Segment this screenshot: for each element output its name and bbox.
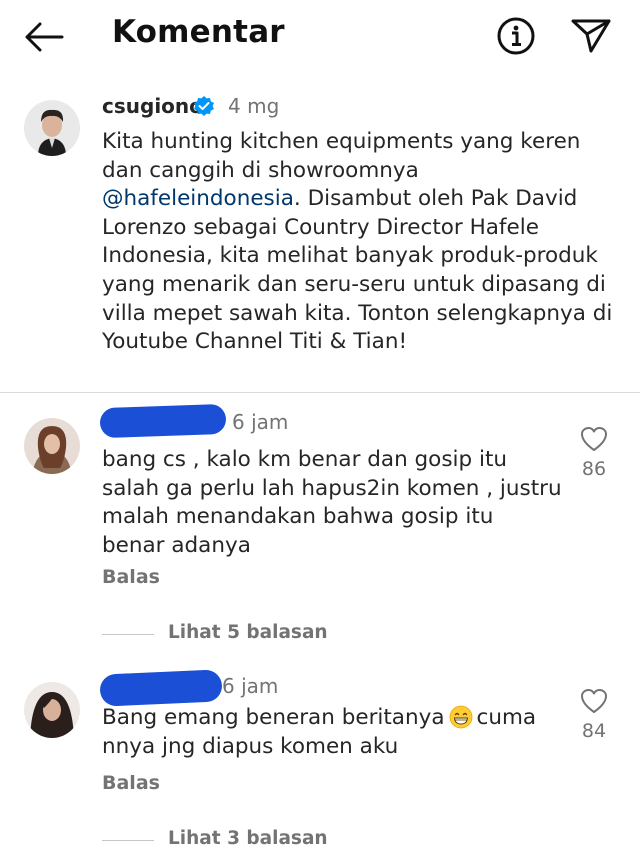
view-replies-label: Lihat 5 balasan (168, 622, 328, 643)
back-button[interactable] (22, 20, 66, 54)
info-circle-icon (497, 17, 535, 55)
post-author-username[interactable]: csugiono (102, 94, 203, 118)
mention-link[interactable]: @hafeleindonesia (102, 186, 294, 211)
header: Komentar (0, 0, 640, 72)
like-button[interactable] (580, 688, 608, 714)
info-button[interactable] (496, 16, 536, 56)
comment-text: bang cs , kalo km benar dan gosip itu sa… (102, 447, 562, 558)
replies-line (102, 634, 154, 635)
post-timestamp: 4 mg (228, 94, 280, 118)
reply-button[interactable]: Balas (102, 566, 160, 588)
heart-icon (581, 689, 607, 713)
like-button[interactable] (580, 426, 608, 452)
view-replies-button[interactable]: Lihat 3 balasan (102, 828, 402, 853)
comment-timestamp: 6 jam (222, 674, 279, 698)
comment-avatar[interactable] (24, 682, 80, 738)
page-title: Komentar (112, 14, 285, 50)
comment-text-start: Bang emang beneran beritanya (102, 705, 445, 730)
redacted-username (99, 669, 223, 707)
view-replies-label: Lihat 3 balasan (168, 828, 328, 849)
heart-icon (581, 427, 607, 451)
caption-text-start: Kita hunting kitchen equipments yang ker… (102, 129, 581, 183)
arrow-left-icon (25, 22, 64, 52)
verified-badge-icon (194, 96, 214, 116)
post-caption: Kita hunting kitchen equipments yang ker… (102, 128, 622, 357)
post-author-avatar[interactable] (24, 100, 80, 156)
caption-text-end: . Disambut oleh Pak David Lorenzo sebaga… (102, 186, 613, 355)
replies-line (102, 840, 154, 841)
send-button[interactable] (570, 17, 612, 55)
reply-button[interactable]: Balas (102, 772, 160, 794)
comments-screen: Komentar csugiono 4 mg Kita hunting kitc… (0, 0, 640, 853)
paper-plane-icon (571, 19, 611, 53)
divider (0, 392, 640, 393)
comment-text: Bang emang beneran beritanya cuma nnya j… (102, 704, 562, 761)
grinning-face-emoji-icon (449, 705, 472, 729)
like-count: 84 (581, 720, 607, 742)
comment-timestamp: 6 jam (232, 410, 289, 434)
redacted-username (99, 403, 227, 439)
view-replies-button[interactable]: Lihat 5 balasan (102, 622, 402, 648)
comment-avatar[interactable] (24, 418, 80, 474)
like-count: 86 (581, 458, 607, 480)
